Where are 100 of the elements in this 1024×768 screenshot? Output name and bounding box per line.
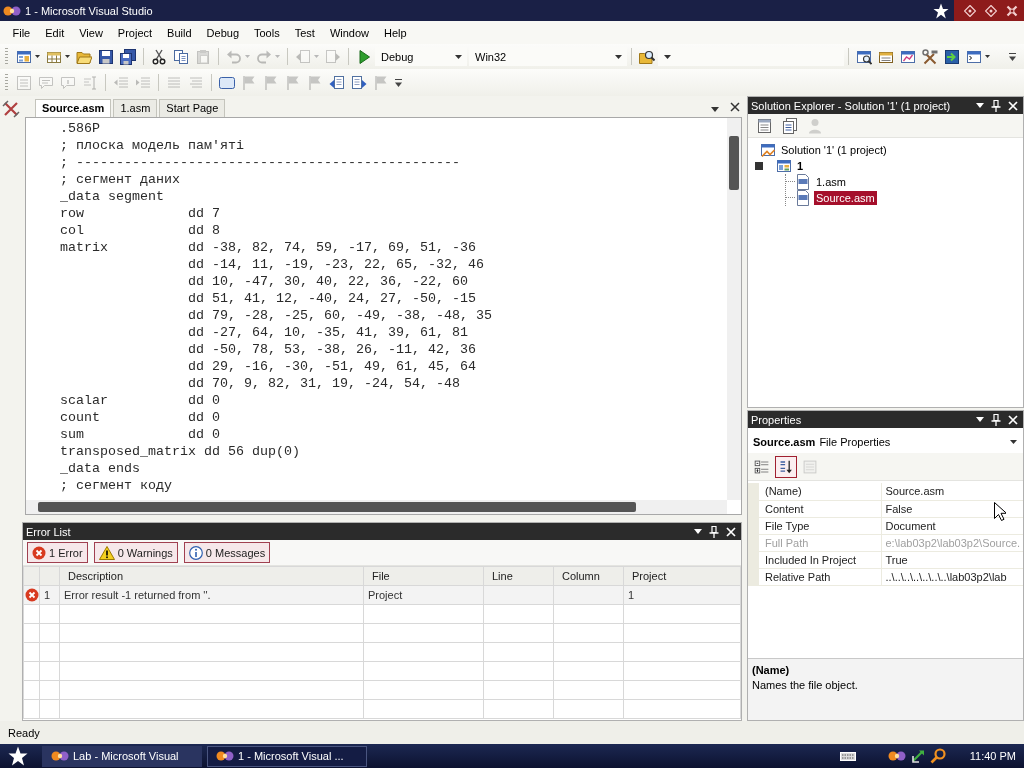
tree-item[interactable]: 1	[795, 159, 806, 173]
close-button[interactable]	[1005, 4, 1018, 17]
minimize-button[interactable]	[964, 4, 977, 17]
arrows-icon[interactable]	[909, 748, 926, 764]
keyboard-icon[interactable]	[839, 751, 856, 761]
tree-item[interactable]: Source.asm	[814, 191, 877, 205]
filter-button[interactable]: 0 Messages	[183, 542, 271, 563]
description-title: (Name)	[752, 664, 791, 676]
caret-icon[interactable]	[615, 54, 622, 59]
property-name: Content	[759, 500, 881, 517]
menu-item[interactable]: Tools	[246, 23, 288, 42]
column-header[interactable]: Description	[59, 566, 364, 586]
folder-magnifier-icon[interactable]	[639, 48, 655, 65]
maximize-button[interactable]	[985, 4, 997, 17]
tree-item[interactable]: 1.asm	[814, 175, 848, 189]
tree-item[interactable]: Solution '1' (1 project)	[779, 143, 889, 157]
window-magnifier-icon[interactable]	[856, 48, 872, 65]
code-text: dd 79, -28, -25, 60, -49, -38, -48, 35	[187, 308, 492, 323]
menu-item[interactable]: View	[71, 23, 111, 42]
rectangle-icon[interactable]	[219, 74, 235, 91]
property-value[interactable]: True	[881, 551, 1023, 568]
copy-icon[interactable]	[173, 48, 189, 65]
menu-item[interactable]: Help	[376, 23, 415, 42]
app-logo-icon[interactable]	[887, 749, 906, 763]
code-label: row	[60, 205, 85, 222]
code-text: dd 51, 41, 12, -40, 24, 27, -50, -15	[187, 291, 476, 306]
code-line: ; плоска модель пам'яті	[60, 138, 244, 153]
sheet-icon[interactable]	[757, 117, 773, 134]
console-window-icon[interactable]	[966, 48, 982, 65]
mouse-pointer-icon	[994, 502, 1006, 521]
caret-icon[interactable]	[976, 103, 984, 108]
caret-icon[interactable]	[1010, 440, 1017, 444]
code-line: _data ends	[60, 461, 140, 476]
caret-icon[interactable]	[664, 54, 671, 59]
taskbar-button[interactable]: Lab - Microsoft Visual	[42, 745, 202, 767]
vertical-scrollbar[interactable]	[727, 118, 741, 500]
menu-item[interactable]: File	[5, 23, 38, 42]
scrollbar-thumb[interactable]	[729, 136, 739, 190]
page-right-arrow-icon[interactable]	[351, 74, 367, 91]
menu-item[interactable]: Project	[110, 23, 160, 42]
column-header[interactable]: Column	[553, 566, 624, 586]
column-header[interactable]: Line	[483, 566, 554, 586]
caret-icon[interactable]	[711, 107, 719, 112]
chart-window-icon[interactable]	[900, 48, 916, 65]
caret-icon[interactable]	[976, 417, 984, 422]
scissors-icon[interactable]	[151, 48, 167, 65]
window-title: 1 - Microsoft Visual Studio	[25, 4, 154, 17]
status-text: Ready	[8, 726, 40, 739]
pin-icon[interactable]	[709, 525, 719, 538]
magnifier-icon[interactable]	[929, 748, 946, 764]
page-left-arrow-icon[interactable]	[329, 74, 345, 91]
play-icon[interactable]	[356, 48, 372, 65]
window-grid-icon[interactable]	[16, 48, 32, 65]
caret-icon[interactable]	[985, 55, 990, 58]
pin-icon[interactable]	[991, 413, 1001, 426]
overflow-icon[interactable]	[1009, 51, 1016, 62]
code-text: dd -14, 11, -19, -23, 22, 65, -32, 46	[187, 257, 484, 272]
code-text: dd 0	[187, 410, 220, 425]
filter-button[interactable]: 0 Warnings	[93, 542, 178, 563]
column-header[interactable]: File	[363, 566, 484, 586]
property-name: Relative Path	[759, 568, 881, 585]
code-text: dd -50, 78, 53, -38, 26, -11, 42, 36	[187, 342, 476, 357]
arrow-box-icon[interactable]	[944, 48, 960, 65]
code-label: col	[60, 222, 85, 239]
code-label: scalar	[60, 392, 109, 409]
scrollbar-thumb[interactable]	[38, 502, 636, 512]
clock[interactable]: 11:40 PM	[969, 750, 1016, 762]
caret-icon[interactable]	[455, 54, 462, 59]
document-tab[interactable]: Source.asm	[35, 99, 112, 117]
document-tab[interactable]: 1.asm	[113, 99, 158, 117]
code-line: ; ------------------------------------------------	[60, 155, 460, 170]
horizontal-scrollbar[interactable]	[26, 500, 727, 514]
description-text: Names the file object.	[752, 679, 859, 691]
menu-item[interactable]: Debug	[199, 23, 247, 42]
hammer-wrench-icon[interactable]	[922, 48, 938, 65]
filter-button[interactable]: 1 Error	[27, 542, 88, 563]
app-logo-icon	[51, 749, 69, 763]
caret-icon[interactable]	[65, 55, 70, 58]
toolbar-grip[interactable]	[5, 74, 8, 91]
crossed-tools-icon[interactable]	[2, 100, 20, 118]
pin-icon[interactable]	[991, 99, 1001, 112]
document-icon	[795, 174, 811, 190]
document-tab[interactable]: Start Page	[159, 99, 226, 117]
caret-icon[interactable]	[35, 55, 40, 58]
menu-item[interactable]: Window	[322, 23, 377, 42]
start-star-icon[interactable]	[8, 746, 28, 766]
close-icon[interactable]	[730, 102, 740, 112]
taskbar-button[interactable]: 1 - Microsoft Visual ...	[207, 745, 367, 767]
overflow-icon[interactable]	[395, 77, 402, 88]
code-label: sum	[60, 426, 85, 443]
stacked-pages-icon[interactable]	[782, 117, 798, 134]
menu-item[interactable]: Test	[287, 23, 323, 42]
property-value[interactable]: ..\..\..\..\..\..\..\lab03p2\lab	[881, 568, 1023, 585]
property-value[interactable]: Source.asm	[881, 483, 1023, 500]
caret-icon[interactable]	[694, 529, 702, 534]
menu-item[interactable]: Edit	[37, 23, 72, 42]
column-header[interactable]: Project	[623, 566, 741, 586]
menu-item[interactable]: Build	[159, 23, 200, 42]
floppy-disks-icon[interactable]	[120, 48, 136, 65]
toolbar-grip[interactable]	[5, 48, 8, 65]
